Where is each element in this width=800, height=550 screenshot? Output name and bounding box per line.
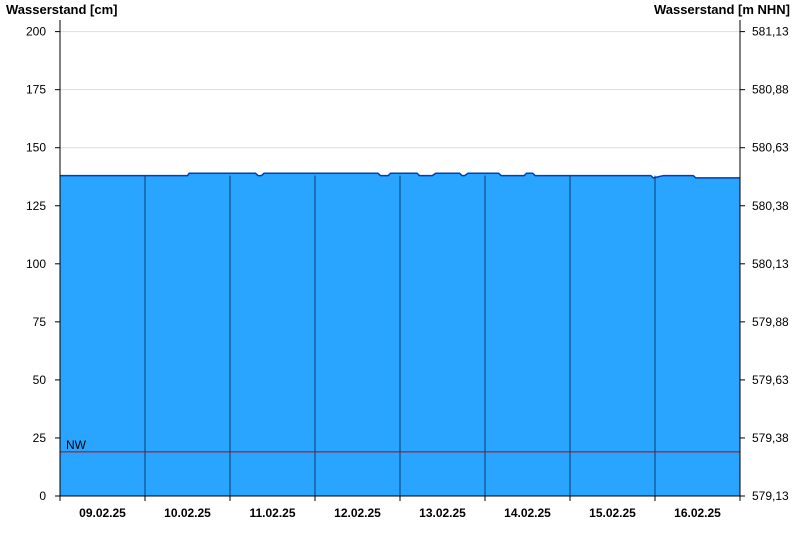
nw-reference-label: NW	[66, 438, 87, 452]
y-left-tick-label: 75	[33, 315, 47, 329]
y-right-tick-label: 579,13	[752, 489, 789, 503]
y-left-tick-label: 0	[39, 489, 46, 503]
y-right-tick-label: 579,63	[752, 373, 789, 387]
y-right-tick-label: 580,63	[752, 141, 789, 155]
y-left-axis-title: Wasserstand [cm]	[6, 2, 118, 17]
y-left-tick-label: 150	[26, 141, 46, 155]
y-right-tick-label: 580,13	[752, 257, 789, 271]
y-left-tick-label: 100	[26, 257, 46, 271]
water-level-chart: Wasserstand [cm] Wasserstand [m NHN] NW …	[0, 0, 800, 550]
y-right-tick-label: 580,38	[752, 199, 789, 213]
x-tick-label: 09.02.25	[79, 506, 126, 520]
y-right-axis-title: Wasserstand [m NHN]	[654, 2, 790, 17]
y-right-tick-label: 581,13	[752, 25, 789, 39]
x-tick-label: 15.02.25	[589, 506, 636, 520]
x-tick-label: 13.02.25	[419, 506, 466, 520]
chart-svg: Wasserstand [cm] Wasserstand [m NHN] NW …	[6, 2, 790, 520]
x-tick-label: 16.02.25	[674, 506, 721, 520]
y-left-tick-label: 125	[26, 199, 46, 213]
x-tick-label: 14.02.25	[504, 506, 551, 520]
y-right-tick-label: 579,88	[752, 315, 789, 329]
y-left-tick-label: 50	[33, 373, 47, 387]
x-tick-label: 11.02.25	[249, 506, 295, 520]
x-tick-label: 12.02.25	[334, 506, 381, 520]
y-left-tick-label: 200	[26, 25, 46, 39]
y-right-tick-label: 580,88	[752, 83, 789, 97]
y-left-tick-label: 25	[33, 431, 47, 445]
y-right-tick-label: 579,38	[752, 431, 789, 445]
y-left-tick-label: 175	[26, 83, 46, 97]
x-tick-label: 10.02.25	[164, 506, 211, 520]
